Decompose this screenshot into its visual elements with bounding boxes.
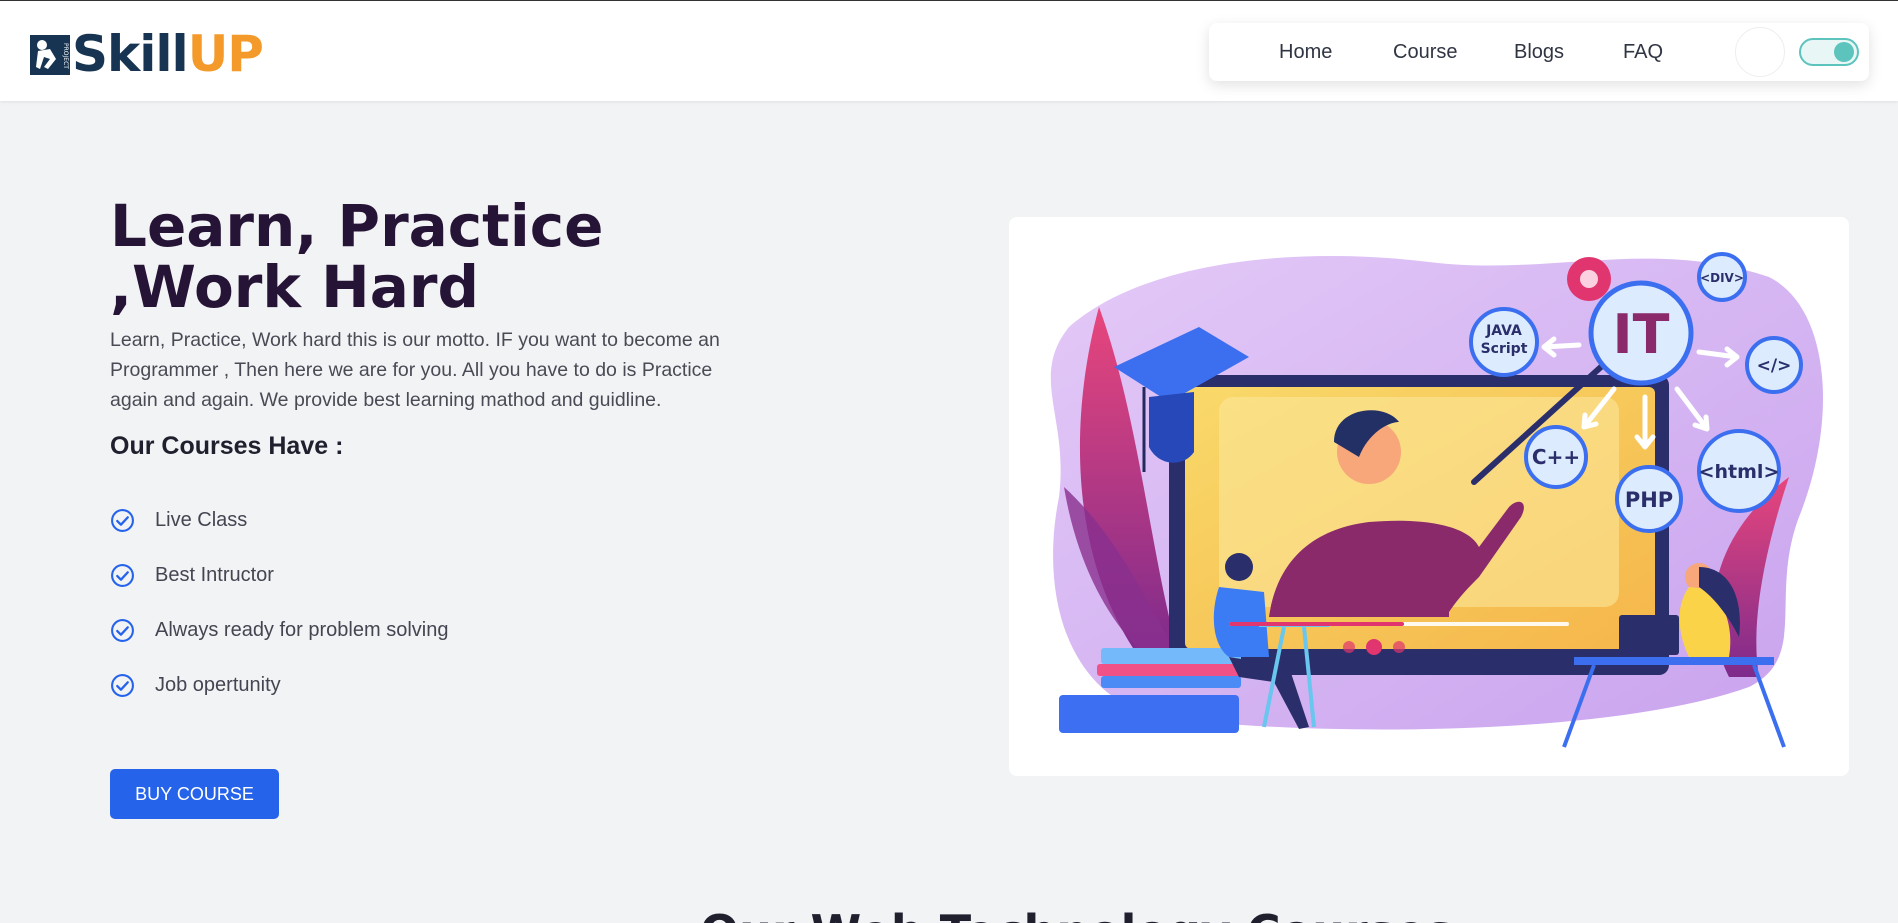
check-circle-icon	[111, 673, 134, 697]
svg-text:PHP: PHP	[1625, 488, 1673, 512]
hero-illustration: IT JAVA Script <DIV> </> C++ PHP <html>	[1009, 217, 1849, 776]
check-circle-icon	[111, 508, 134, 532]
nav-blogs[interactable]: Blogs	[1514, 41, 1564, 64]
courses-heading: Our Courses Have :	[110, 432, 344, 460]
nav-faq[interactable]: FAQ	[1623, 41, 1663, 64]
nav-home[interactable]: Home	[1279, 41, 1332, 64]
hero-description: Learn, Practice, Work hard this is our m…	[110, 329, 720, 411]
user-avatar[interactable]	[1735, 27, 1785, 77]
svg-text:JAVA: JAVA	[1485, 323, 1522, 339]
site-header: PROJECT Skill UP Home Course Blogs FAQ	[0, 1, 1898, 101]
svg-text:C++: C++	[1532, 445, 1580, 469]
hero-title: Learn, Practice ,Work Hard	[110, 192, 604, 321]
next-section-title: Our Web Technology Courses	[700, 905, 1454, 923]
online-learning-illustration: IT JAVA Script <DIV> </> C++ PHP <html>	[1050, 252, 1823, 748]
svg-text:Script: Script	[1481, 341, 1528, 357]
feature-item: Always ready for problem solving	[110, 615, 448, 645]
buy-course-button[interactable]: BUY COURSE	[110, 769, 279, 819]
theme-toggle[interactable]	[1799, 38, 1859, 66]
feature-item: Job opertunity	[110, 670, 281, 700]
feature-label: Live Class	[155, 508, 248, 531]
svg-text:<html>: <html>	[1699, 461, 1780, 483]
feature-item: Best Intructor	[110, 560, 274, 590]
logo-text-up: UP	[187, 25, 264, 83]
logo-text-skill: Skill	[72, 25, 189, 83]
skillup-logo[interactable]: PROJECT Skill UP	[28, 25, 264, 83]
logo-climber-icon: PROJECT	[30, 35, 70, 75]
svg-text:<DIV>: <DIV>	[1700, 271, 1744, 285]
toggle-knob	[1834, 42, 1854, 62]
feature-label: Always ready for problem solving	[155, 618, 449, 641]
check-circle-icon	[111, 618, 134, 642]
svg-text:PROJECT: PROJECT	[62, 43, 69, 69]
check-circle-icon	[111, 563, 134, 587]
main-nav: Home Course Blogs FAQ	[1209, 23, 1869, 81]
svg-text:IT: IT	[1613, 303, 1670, 366]
nav-course[interactable]: Course	[1393, 41, 1457, 64]
feature-label: Best Intructor	[155, 563, 274, 586]
feature-item: Live Class	[110, 505, 247, 535]
feature-label: Job opertunity	[155, 673, 281, 696]
svg-text:</>: </>	[1757, 356, 1792, 376]
